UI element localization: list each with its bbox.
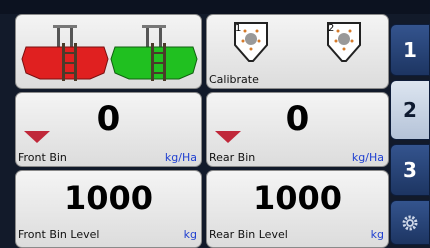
rear-bin-level-label: Rear Bin Level xyxy=(209,228,288,241)
rear-bin-label: Rear Bin xyxy=(209,151,256,164)
front-bin-rate-tile[interactable]: 0 Front Bin kg/Ha xyxy=(15,92,202,167)
rear-bin-rate-tile[interactable]: 0 Rear Bin kg/Ha xyxy=(206,92,389,167)
tab-3[interactable]: 3 xyxy=(390,144,430,196)
gear-icon xyxy=(402,215,418,230)
rear-bin-level-value: 1000 xyxy=(252,179,343,217)
front-bin-level-label: Front Bin Level xyxy=(18,228,100,241)
tab-3-label: 3 xyxy=(403,158,417,182)
tab-2-label: 2 xyxy=(403,98,417,122)
calibrate-bin-2-number: 2 xyxy=(328,23,335,34)
tab-1-label: 1 xyxy=(403,38,417,62)
rear-bin-level-unit: kg xyxy=(370,228,384,241)
front-bin-unit: kg/Ha xyxy=(164,151,197,164)
calibrate-bin-1-number: 1 xyxy=(235,23,242,34)
front-bin-label: Front Bin xyxy=(18,151,67,164)
tab-settings[interactable] xyxy=(390,200,430,245)
rear-bin-level-tile[interactable]: 1000 Rear Bin Level kg xyxy=(206,170,389,248)
front-bin-rate-value: 0 xyxy=(96,99,121,139)
tab-1[interactable]: 1 xyxy=(390,24,430,76)
front-bin-level-value: 1000 xyxy=(63,179,154,217)
rear-bin-unit: kg/Ha xyxy=(351,151,384,164)
calibrate-label: Calibrate xyxy=(209,73,259,86)
page-tabs: 1 2 3 xyxy=(390,14,430,245)
tab-2[interactable]: 2 xyxy=(390,80,430,140)
rear-bin-rate-value: 0 xyxy=(285,99,310,139)
front-bin-level-unit: kg xyxy=(183,228,197,241)
calibrate-tile[interactable]: 1 2 Calibrate xyxy=(206,14,389,89)
front-bin-icon xyxy=(21,25,109,81)
front-bin-level-tile[interactable]: 1000 Front Bin Level kg xyxy=(15,170,202,248)
rear-bin-icon xyxy=(110,25,198,81)
top-bar xyxy=(0,0,430,14)
bins-graphic-tile[interactable] xyxy=(15,14,202,89)
